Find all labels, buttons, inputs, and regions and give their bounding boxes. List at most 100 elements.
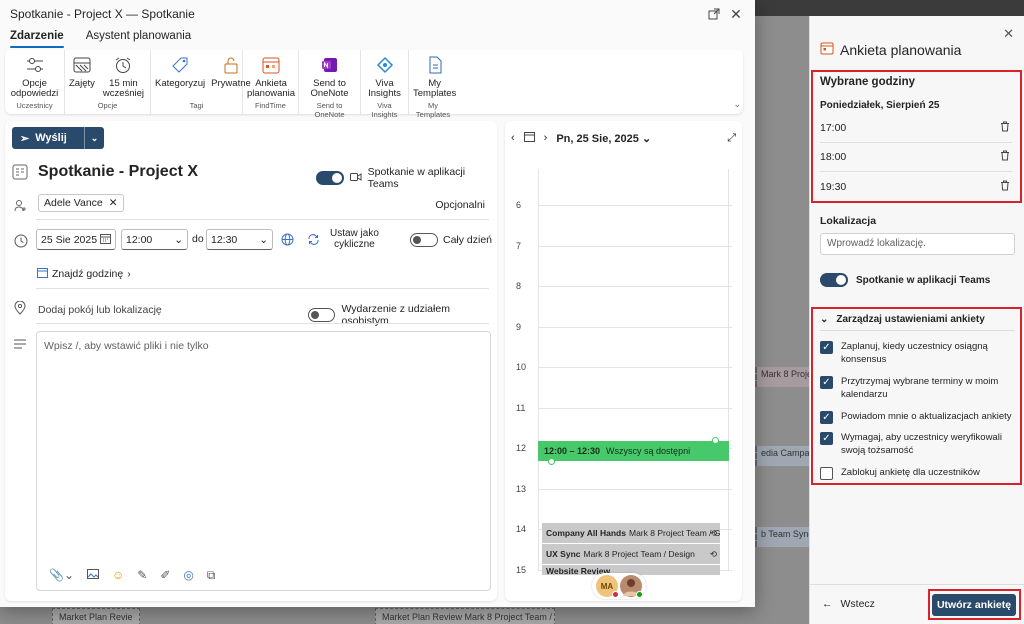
highlight-icon[interactable]: ✎	[137, 568, 147, 583]
divider	[36, 219, 489, 220]
close-icon[interactable]: ✕	[727, 5, 745, 23]
all-day-row: Cały dzień	[410, 233, 492, 247]
more-apps-icon[interactable]: ⧉	[207, 568, 216, 583]
teams-meeting-toggle[interactable]	[316, 171, 344, 185]
start-time-select[interactable]: 12:00 ⌄	[121, 229, 188, 250]
poll-option[interactable]: ✓ Powiadom mnie o aktualizacjach ankiety	[820, 410, 1015, 424]
teams-meeting-label: Spotkanie w aplikacji Teams	[367, 166, 466, 190]
categorize-button[interactable]: Kategoryzuj	[155, 52, 205, 101]
hour-label: 11	[516, 403, 526, 413]
checkbox-checked-icon[interactable]: ✓	[820, 341, 833, 354]
viva-insights-button[interactable]: Viva Insights	[365, 52, 404, 101]
hour-line	[538, 408, 732, 409]
people-icon	[14, 199, 28, 216]
poll-calendar-icon	[820, 41, 834, 58]
location-pin-icon	[14, 300, 26, 318]
reminder-label: 15 min wcześniej	[102, 78, 145, 99]
ribbon-group-tags: Kategoryzuj Prywatne Tagi	[151, 50, 251, 114]
optional-attendees-link[interactable]: Opcjonalni	[435, 199, 485, 211]
busy-button[interactable]: Zajęty	[69, 52, 95, 101]
poll-option-label: Zaplanuj, kiedy uczestnicy osiągną konse…	[841, 341, 988, 365]
checkbox-unchecked-icon[interactable]	[820, 467, 833, 480]
poll-option[interactable]: ✓ Wymagaj, aby uczestnicy weryfikowali s…	[820, 431, 1015, 457]
attach-icon[interactable]: 📎⌄	[49, 568, 74, 583]
loop-icon[interactable]: ◎	[183, 568, 193, 583]
available-slot-time: 12:00 – 12:30	[544, 446, 601, 456]
hour-line	[538, 286, 732, 287]
create-poll-button[interactable]: Utwórz ankietę	[932, 594, 1016, 616]
reminder-button[interactable]: 15 min wcześniej	[101, 52, 146, 101]
send-button[interactable]: ➢ Wyślij ⌄	[12, 127, 104, 149]
poll-option-label: Wymagaj, aby uczestnicy weryfikowali swo…	[841, 432, 1002, 456]
onenote-icon	[319, 54, 341, 76]
find-time-link[interactable]: Znajdź godzinę ›	[37, 267, 131, 281]
remove-attendee-icon[interactable]: ✕	[109, 197, 118, 209]
time-slot: 19:30	[820, 172, 1012, 201]
poll-option[interactable]: ✓ Zaplanuj, kiedy uczestnicy osiągną kon…	[820, 340, 1015, 366]
group-label: My Templates	[415, 101, 451, 119]
start-time-value: 12:00	[126, 233, 153, 246]
group-label: Uczestnicy	[16, 101, 53, 110]
my-templates-button[interactable]: My Templates	[413, 52, 456, 101]
ribbon-expand-icon[interactable]: ⌄	[733, 99, 741, 110]
close-icon[interactable]: ✕	[1003, 26, 1014, 42]
calendar-event[interactable]: UX Sync Mark 8 Project Team / Design ⟲	[542, 544, 720, 564]
make-recurring-button[interactable]: Ustaw jako cykliczne	[330, 228, 379, 250]
poll-option[interactable]: Zablokuj ankietę dla uczestników	[820, 466, 1015, 480]
send-dropdown-icon[interactable]: ⌄	[84, 127, 104, 149]
ribbon: Opcje odpowiedzi Uczestnicy Zajęty 15 mi…	[5, 50, 743, 119]
location-input[interactable]: Dodaj pokój lub lokalizację	[38, 304, 162, 316]
body-editor[interactable]: Wpisz /, aby wstawić pliki i nie tylko 📎…	[36, 331, 491, 591]
popout-icon[interactable]	[705, 5, 723, 23]
avatar[interactable]	[620, 575, 643, 598]
divider	[36, 323, 489, 324]
repeat-icon[interactable]	[307, 233, 320, 249]
image-icon[interactable]	[87, 568, 99, 583]
trash-icon[interactable]	[1000, 180, 1010, 194]
make-recurring-label-line1: Ustaw jako	[330, 228, 379, 239]
body-toolbar: 📎⌄ ☺ ✎ ✐ ◎ ⧉	[49, 568, 215, 583]
emoji-icon[interactable]: ☺	[112, 568, 124, 583]
draw-icon[interactable]: ✐	[160, 568, 170, 583]
back-button[interactable]: ← Wstecz	[822, 598, 875, 610]
attendee-chip[interactable]: Adele Vance ✕	[38, 194, 124, 212]
event-title: Company All Hands	[546, 528, 626, 538]
tab-event[interactable]: Zdarzenie	[10, 28, 64, 48]
checkbox-checked-icon[interactable]: ✓	[820, 411, 833, 424]
calendar-event[interactable]: Company All Hands Mark 8 Project Team / …	[542, 523, 720, 543]
calendar-date[interactable]: Pn, 25 Sie, 2025 ⌄	[556, 132, 718, 145]
lock-icon	[220, 54, 242, 76]
poll-option[interactable]: ✓ Przytrzymaj wybrane terminy w moim kal…	[820, 375, 1015, 401]
event-title-input[interactable]: Spotkanie - Project X	[38, 163, 198, 181]
response-options-button[interactable]: Opcje odpowiedzi	[9, 52, 60, 101]
trash-icon[interactable]	[1000, 121, 1010, 135]
resize-handle[interactable]	[548, 458, 555, 465]
today-icon[interactable]	[523, 131, 535, 145]
day-calendar: ‹ › Pn, 25 Sie, 2025 ⌄ ⤢ 6 7 8 9 10 11 12 13 14 1…	[505, 121, 742, 601]
calendar-search-icon	[37, 267, 48, 281]
scheduling-poll-button[interactable]: Ankieta planowania	[247, 52, 295, 101]
chevron-right-icon[interactable]: ›	[544, 132, 548, 144]
avatar[interactable]: MA	[596, 575, 619, 598]
start-date-picker[interactable]: 25 Sie 2025	[36, 229, 116, 250]
in-person-toggle[interactable]	[308, 308, 336, 322]
background-event: b Team Sync M	[755, 527, 809, 547]
all-day-toggle[interactable]	[410, 233, 438, 247]
checkbox-checked-icon[interactable]: ✓	[820, 432, 833, 445]
tab-scheduling-assistant[interactable]: Asystent planowania	[86, 28, 191, 48]
ribbon-group-viva: Viva Insights Viva Insights	[361, 50, 409, 119]
end-time-select[interactable]: 12:30 ⌄	[206, 229, 273, 250]
poll-teams-toggle[interactable]	[820, 273, 848, 287]
poll-settings-header[interactable]: ⌄ Zarządzaj ustawieniami ankiety	[820, 314, 1015, 331]
poll-location-input[interactable]: Wprowadź lokalizację.	[820, 233, 1015, 255]
globe-icon[interactable]	[281, 233, 294, 249]
trash-icon[interactable]	[1000, 150, 1010, 164]
expand-icon[interactable]: ⤢	[727, 132, 736, 145]
start-date-value: 25 Sie 2025	[41, 233, 98, 246]
hour-label: 14	[516, 524, 527, 534]
checkbox-checked-icon[interactable]: ✓	[820, 376, 833, 389]
chevron-left-icon[interactable]: ‹	[511, 132, 515, 144]
resize-handle[interactable]	[712, 437, 719, 444]
send-to-onenote-button[interactable]: Send to OneNote	[303, 52, 356, 101]
available-slot-event[interactable]: 12:00 – 12:30 Wszyscy są dostępni	[538, 437, 729, 465]
